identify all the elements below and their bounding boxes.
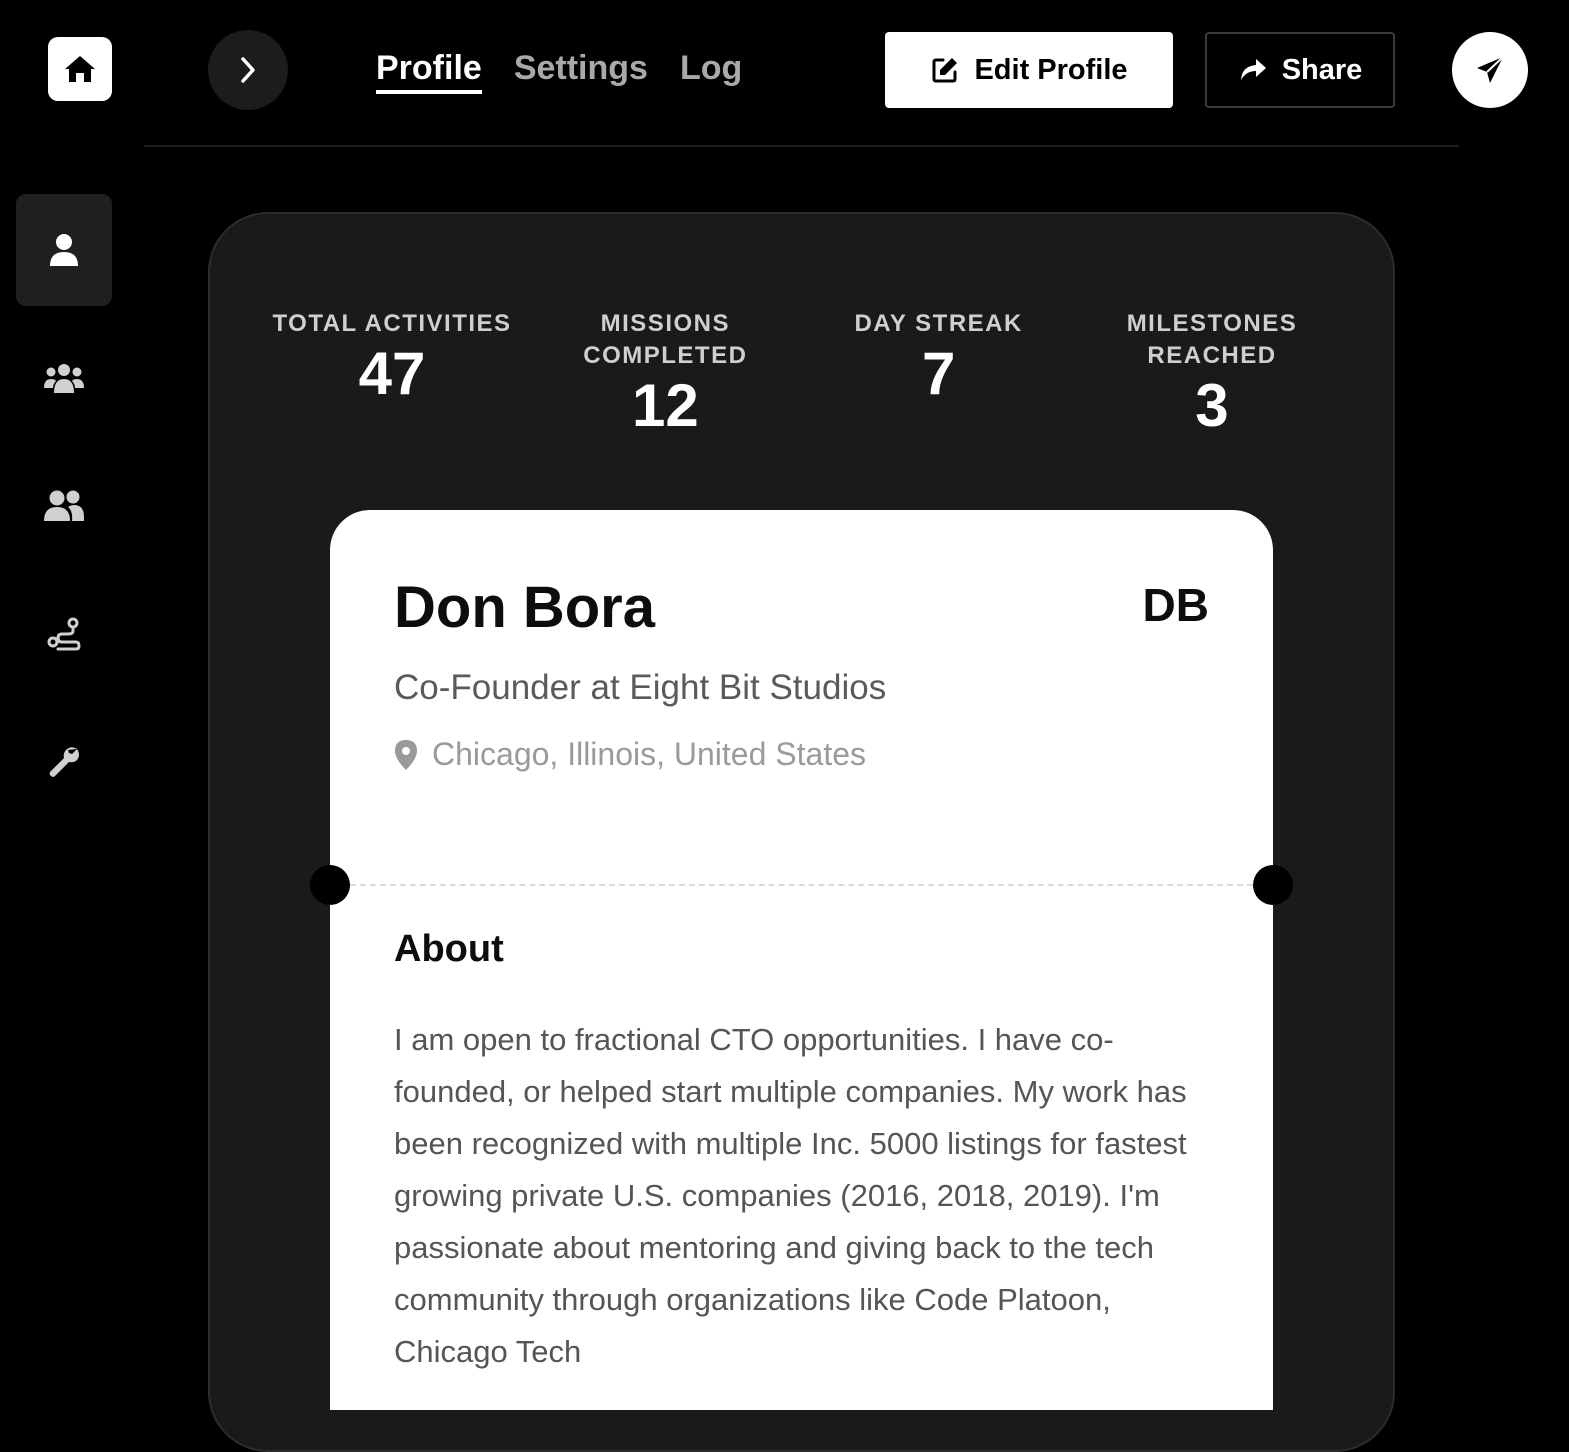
- about-text: I am open to fractional CTO opportunitie…: [394, 1022, 1187, 1369]
- stat-value: 7: [921, 340, 956, 407]
- sidebar-item-profile[interactable]: [16, 194, 112, 306]
- stat-value: 12: [631, 372, 699, 439]
- stat-value: 47: [358, 340, 426, 407]
- paper-plane-icon: [1477, 56, 1504, 83]
- location-text: Chicago, Illinois, United States: [432, 736, 866, 772]
- card-divider: [350, 884, 1253, 886]
- wrench-icon: [49, 747, 79, 777]
- user-icon: [50, 234, 78, 266]
- stat-label: Milestones Reached: [1126, 310, 1298, 369]
- tab-profile[interactable]: Profile: [376, 46, 482, 94]
- profile-location: Chicago, Illinois, United States: [394, 736, 866, 773]
- stat-label: Missions Completed: [583, 310, 748, 369]
- stat-milestones-reached: Milestones Reached 3: [1092, 308, 1332, 458]
- route-icon: [47, 617, 81, 651]
- topbar-divider: [144, 145, 1459, 147]
- sidebar-item-journey[interactable]: [16, 578, 112, 690]
- top-bar: Profile Settings Log Edit Profile Share: [0, 0, 1569, 147]
- profile-card: Don Bora DB Co-Founder at Eight Bit Stud…: [310, 510, 1293, 1410]
- card-notch-right: [1253, 865, 1293, 905]
- stat-value: 3: [1195, 372, 1229, 439]
- chevron-right-icon: [241, 57, 255, 83]
- map-pin-icon: [395, 739, 417, 770]
- stat-missions-completed: Missions Completed 12: [545, 308, 785, 458]
- edit-icon: [932, 58, 958, 83]
- share-icon: [1240, 59, 1266, 80]
- stats-row: Total Activities 47 Missions Completed 1…: [272, 308, 1332, 458]
- sidebar-item-teams[interactable]: [16, 322, 112, 434]
- home-icon: [65, 56, 95, 82]
- users-group-icon: [44, 364, 84, 393]
- about-heading: About: [394, 928, 504, 970]
- share-button[interactable]: Share: [1205, 32, 1395, 108]
- stat-total-activities: Total Activities 47: [272, 308, 512, 458]
- card-notch-left: [310, 865, 350, 905]
- edit-profile-button[interactable]: Edit Profile: [885, 32, 1173, 108]
- tab-log[interactable]: Log: [680, 46, 742, 90]
- sidebar-item-tools[interactable]: [16, 706, 112, 818]
- profile-headline: Co-Founder at Eight Bit Studios: [394, 668, 887, 707]
- share-label: Share: [1281, 53, 1363, 86]
- sidebar-item-connections[interactable]: [16, 450, 112, 562]
- stat-label: Day Streak: [854, 310, 1023, 337]
- user-friends-icon: [44, 490, 84, 521]
- profile-name: Don Bora: [394, 575, 655, 640]
- send-button[interactable]: [1452, 32, 1528, 108]
- forward-button[interactable]: [208, 30, 288, 110]
- stat-label: Total Activities: [272, 310, 512, 337]
- profile-initials: DB: [1142, 579, 1209, 631]
- nav-tabs: Profile Settings Log: [376, 46, 742, 94]
- home-button[interactable]: [48, 37, 112, 101]
- edit-profile-label: Edit Profile: [974, 53, 1128, 86]
- stat-day-streak: Day Streak 7: [819, 308, 1059, 458]
- tab-settings[interactable]: Settings: [514, 46, 648, 90]
